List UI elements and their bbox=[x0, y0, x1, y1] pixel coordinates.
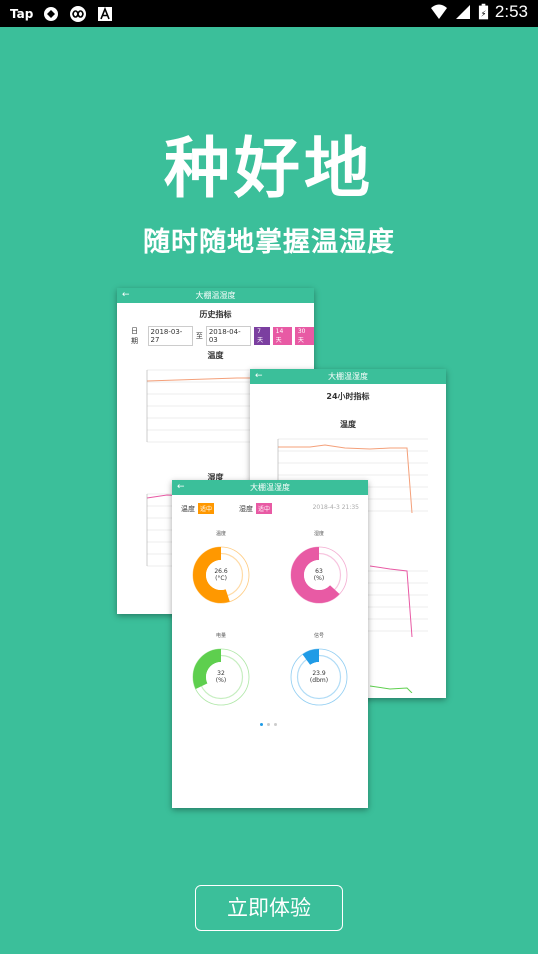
gauge-value: 63 bbox=[315, 568, 323, 575]
gauge-card-header-title: 大棚温湿度 bbox=[250, 483, 290, 492]
gauge-preview-card: ← 大棚温湿度 温度 适中 湿度 适中 2018-4-3 21:35 温度 26.… bbox=[172, 480, 368, 808]
history-card-header-title: 大棚温湿度 bbox=[195, 291, 236, 300]
gauge-value: 26.6 bbox=[214, 568, 228, 575]
signal-icon bbox=[455, 5, 470, 19]
hum-status-badge: 适中 bbox=[256, 503, 273, 514]
gauge-title: 电量 bbox=[215, 633, 226, 639]
gauge-title: 湿度 bbox=[313, 531, 324, 537]
range-chip-14: 14天 bbox=[272, 327, 292, 345]
back-arrow-icon: ← bbox=[122, 290, 130, 300]
date-label: 日期 bbox=[131, 327, 138, 345]
gauge-timestamp: 2018-4-3 21:35 bbox=[312, 504, 359, 511]
hum-status-label: 湿度 bbox=[239, 504, 254, 513]
day-page-title: 24小时指标 bbox=[326, 392, 370, 401]
day-card-header: ← 大棚温湿度 bbox=[250, 369, 446, 384]
gauge-value: 32 bbox=[217, 670, 225, 677]
to-label: 至 bbox=[195, 332, 203, 340]
history-page-title: 历史指标 bbox=[199, 310, 232, 319]
gauge-title: 信号 bbox=[313, 633, 324, 639]
gauge-unit: (dbm) bbox=[309, 677, 329, 684]
font-icon bbox=[98, 6, 113, 21]
status-time: 2:53 bbox=[494, 2, 528, 21]
infinity-icon bbox=[70, 6, 87, 22]
page-dot bbox=[274, 723, 277, 726]
gauge-title: 温度 bbox=[215, 531, 226, 537]
back-arrow-icon: ← bbox=[177, 482, 185, 492]
end-date-field: 2018-04-03 bbox=[205, 326, 252, 346]
day-card-header-title: 大棚温湿度 bbox=[328, 372, 368, 381]
start-date-field: 2018-03-27 bbox=[147, 326, 193, 346]
page-dot bbox=[267, 723, 270, 726]
try-now-button[interactable]: 立即体验 bbox=[195, 885, 343, 931]
page-dot-active bbox=[260, 723, 263, 726]
hero-subtitle: 随时随地掌握温湿度 bbox=[143, 227, 395, 258]
sync-icon bbox=[44, 7, 59, 21]
gauge-value: 23.9 bbox=[312, 670, 326, 677]
temp-status-badge: 适中 bbox=[198, 503, 215, 514]
gauge-unit: (%) bbox=[215, 677, 227, 684]
history-chart1-title: 温度 bbox=[207, 351, 224, 360]
page-indicator bbox=[260, 723, 277, 726]
range-chip-30: 30天 bbox=[294, 327, 314, 345]
wifi-icon bbox=[430, 4, 447, 19]
day-chart1-title: 温度 bbox=[340, 420, 356, 429]
carrier-label: Tap bbox=[10, 7, 34, 21]
gauge-unit: (%) bbox=[313, 575, 325, 582]
status-bar: Tap ⚡ 2:53 bbox=[0, 0, 538, 27]
history-card-header: ← 大棚温湿度 bbox=[117, 288, 314, 303]
gauge-status-row: 温度 适中 湿度 适中 bbox=[181, 503, 273, 514]
gauge-card-header: ← 大棚温湿度 bbox=[172, 480, 368, 495]
range-chip-7: 7天 bbox=[254, 327, 270, 345]
gauge-unit: (°C) bbox=[215, 575, 227, 582]
back-arrow-icon: ← bbox=[255, 371, 263, 381]
date-range-row: 日期 2018-03-27 至 2018-04-03 7天 14天 30天 bbox=[131, 326, 314, 346]
battery-icon: ⚡ bbox=[478, 3, 488, 20]
temp-status-label: 温度 bbox=[181, 504, 195, 513]
hero-title: 种好地 bbox=[164, 130, 374, 207]
svg-text:⚡: ⚡ bbox=[481, 9, 487, 19]
